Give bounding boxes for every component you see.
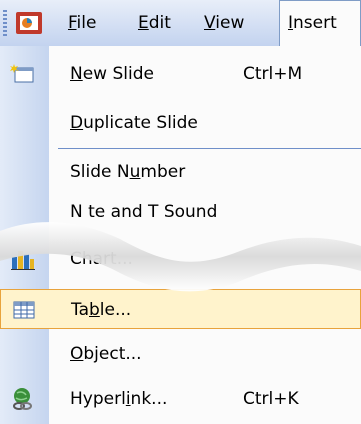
hyperlink-icon bbox=[13, 388, 32, 410]
shortcut-new-slide: Ctrl+M bbox=[243, 64, 303, 84]
menu-item-hyperlink[interactable]: Hyperlink... Ctrl+K bbox=[0, 379, 361, 419]
menu-item-object[interactable]: Object... bbox=[0, 334, 361, 374]
toolbar-grip[interactable] bbox=[3, 10, 7, 36]
torn-break-effect bbox=[0, 222, 361, 292]
menu-item-slide-number[interactable]: Slide Number bbox=[0, 152, 361, 192]
menu-bar: File Edit View Insert bbox=[0, 0, 361, 47]
menu-separator bbox=[58, 148, 361, 149]
menu-insert[interactable]: Insert bbox=[279, 0, 361, 47]
insert-dropdown-menu: New Slide Ctrl+M Duplicate Slide Slide N… bbox=[0, 46, 361, 424]
menu-file[interactable]: File bbox=[60, 0, 104, 46]
powerpoint-app-icon[interactable] bbox=[14, 8, 44, 38]
shortcut-hyperlink: Ctrl+K bbox=[243, 389, 299, 409]
menu-view[interactable]: View bbox=[196, 0, 252, 46]
new-slide-icon bbox=[10, 64, 34, 83]
menu-edit[interactable]: Edit bbox=[130, 0, 179, 46]
menu-item-new-slide[interactable]: New Slide Ctrl+M bbox=[0, 54, 361, 94]
menu-item-duplicate-slide[interactable]: Duplicate Slide bbox=[0, 103, 361, 143]
